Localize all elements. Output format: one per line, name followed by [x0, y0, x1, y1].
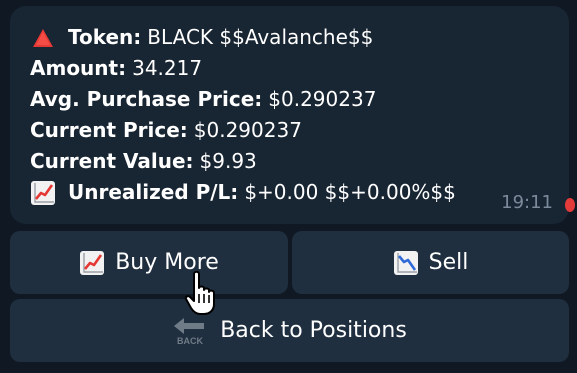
token-label: Token: — [68, 25, 142, 49]
message-time: 19:11 — [501, 192, 553, 213]
chart-increasing-icon — [79, 250, 105, 276]
current-price-label: Current Price: — [30, 118, 188, 142]
amount-value: 34.217 — [132, 56, 203, 80]
current-price-value: $0.290237 — [193, 118, 302, 142]
avg-purchase-price-label: Avg. Purchase Price: — [30, 87, 263, 111]
back-to-positions-button[interactable]: BACK Back to Positions — [10, 299, 569, 362]
token-line: Token: BLACK $$Avalanche$$ — [30, 22, 549, 53]
back-arrow-icon: BACK — [172, 316, 208, 346]
token-value: BLACK $$Avalanche$$ — [147, 25, 374, 49]
amount-label: Amount: — [30, 56, 127, 80]
message-bubble: Token: BLACK $$Avalanche$$ Amount: 34.21… — [10, 6, 575, 224]
hand-pointer-cursor-icon — [182, 270, 222, 316]
chart-increasing-icon — [30, 180, 56, 206]
current-price-line: Current Price: $0.290237 — [30, 115, 549, 146]
amount-line: Amount: 34.217 — [30, 53, 549, 84]
sell-label: Sell — [428, 250, 469, 275]
current-value-line: Current Value: $9.93 — [30, 146, 549, 177]
unrealized-pl-value: $+0.00 $$+0.00%$$ — [244, 180, 456, 204]
current-value-value: $9.93 — [199, 149, 257, 173]
red-triangle-up-icon — [30, 25, 56, 51]
unrealized-pl-line: Unrealized P/L: $+0.00 $$+0.00%$$ — [30, 177, 549, 208]
back-to-positions-label: Back to Positions — [220, 318, 407, 343]
current-value-label: Current Value: — [30, 149, 194, 173]
svg-text:BACK: BACK — [177, 336, 203, 346]
unrealized-pl-label: Unrealized P/L: — [68, 180, 239, 204]
buy-more-button[interactable]: Buy More — [10, 231, 288, 294]
chart-decreasing-icon — [393, 250, 419, 276]
avg-purchase-price-line: Avg. Purchase Price: $0.290237 — [30, 84, 549, 115]
sell-button[interactable]: Sell — [292, 231, 569, 294]
avg-purchase-price-value: $0.290237 — [268, 87, 377, 111]
reaction-indicator — [565, 198, 575, 212]
chat-screen: Token: BLACK $$Avalanche$$ Amount: 34.21… — [0, 0, 577, 373]
